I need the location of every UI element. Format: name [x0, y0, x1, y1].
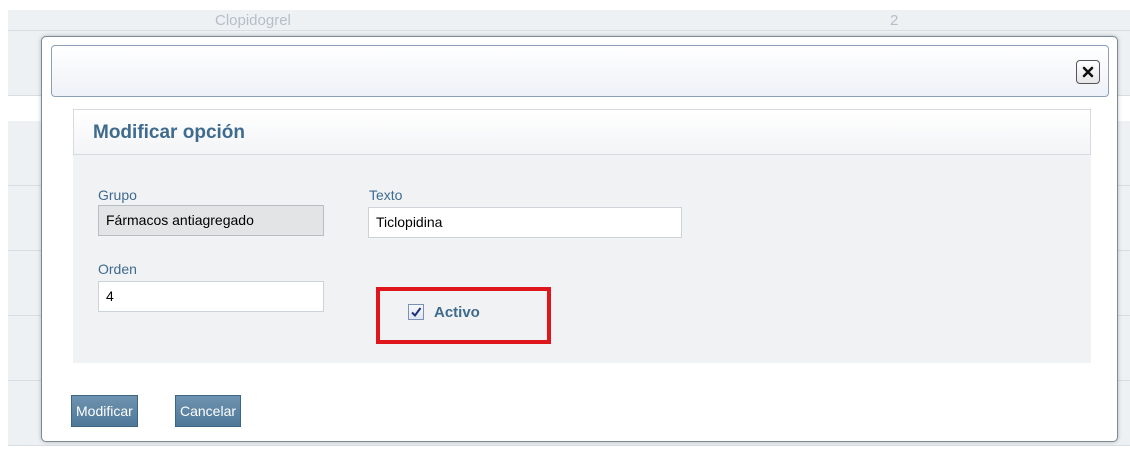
checkmark-icon	[411, 307, 422, 318]
orden-label: Orden	[98, 261, 137, 277]
table-cell-value: 2	[890, 12, 899, 29]
orden-input[interactable]: 4	[98, 281, 324, 312]
table-row: Clopidogrel 2	[8, 10, 1130, 31]
activo-highlight: Activo	[376, 287, 551, 344]
form-section: Modificar opción Grupo Fármacos antiagre…	[73, 109, 1091, 363]
close-icon	[1082, 66, 1094, 78]
texto-input[interactable]: Ticlopidina	[368, 207, 682, 238]
activo-label: Activo	[434, 304, 480, 321]
table-cell-name: Clopidogrel	[215, 12, 291, 29]
section-header: Modificar opción	[73, 109, 1091, 155]
texto-label: Texto	[369, 187, 403, 203]
activo-checkbox[interactable]	[408, 304, 424, 320]
grupo-field: Fármacos antiagregado	[98, 205, 324, 236]
cancel-button[interactable]: Cancelar	[175, 395, 242, 427]
section-title: Modificar opción	[93, 122, 245, 143]
dialog-titlebar	[51, 45, 1109, 97]
modify-button[interactable]: Modificar	[71, 395, 138, 427]
grupo-label: Grupo	[98, 187, 137, 203]
edit-option-dialog: Modificar opción Grupo Fármacos antiagre…	[41, 36, 1118, 442]
close-button[interactable]	[1076, 60, 1100, 84]
